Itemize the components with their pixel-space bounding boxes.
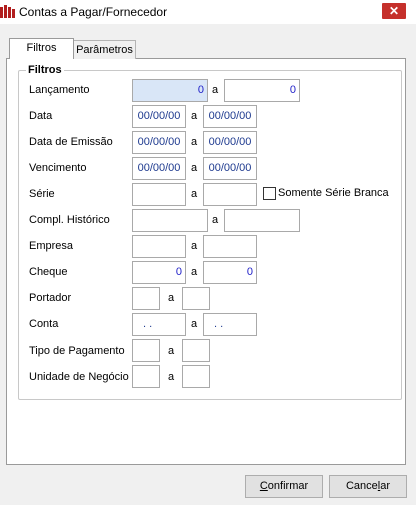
tab-filtros[interactable]: Filtros — [9, 38, 74, 59]
data-to-input[interactable]: 00/00/00 — [203, 105, 257, 128]
compl-historico-to-input[interactable] — [224, 209, 300, 232]
tipo-pagamento-label: Tipo de Pagamento — [29, 345, 125, 357]
range-separator: a — [212, 84, 219, 96]
cheque-from-input[interactable]: 0 — [132, 261, 186, 284]
data-from-input[interactable]: 00/00/00 — [132, 105, 186, 128]
range-separator: a — [212, 214, 219, 226]
cheque-label: Cheque — [29, 266, 68, 278]
title-bar: Contas a Pagar/Fornecedor ✕ — [0, 0, 416, 24]
range-separator: a — [191, 162, 198, 174]
range-separator: a — [191, 266, 198, 278]
tab-parametros[interactable]: Parâmetros — [74, 40, 136, 59]
unidade-negocio-label: Unidade de Negócio — [29, 371, 129, 383]
somente-serie-branca-checkbox[interactable] — [263, 187, 276, 200]
tipo-pagamento-from-input[interactable] — [132, 339, 160, 362]
conta-from-input[interactable]: . . — [132, 313, 186, 336]
cheque-to-input[interactable]: 0 — [203, 261, 257, 284]
serie-label: Série — [29, 188, 55, 200]
empresa-label: Empresa — [29, 240, 74, 252]
data-label: Data — [29, 110, 53, 122]
confirmar-button[interactable]: Confirmar — [245, 475, 323, 498]
serie-from-input[interactable] — [132, 183, 186, 206]
confirmar-mnemonic: C — [259, 480, 268, 492]
range-separator: a — [168, 345, 175, 357]
group-title: Filtros — [26, 64, 64, 76]
compl-historico-from-input[interactable] — [132, 209, 208, 232]
range-separator: a — [191, 240, 198, 252]
tipo-pagamento-to-input[interactable] — [182, 339, 210, 362]
somente-serie-branca-label[interactable]: Somente Série Branca — [278, 187, 389, 199]
range-separator: a — [168, 371, 175, 383]
empresa-to-input[interactable] — [203, 235, 257, 258]
unidade-negocio-to-input[interactable] — [182, 365, 210, 388]
range-separator: a — [168, 292, 175, 304]
vencimento-from-input[interactable]: 00/00/00 — [132, 157, 186, 180]
cancelar-button[interactable]: Cancelar — [329, 475, 407, 498]
confirmar-label: onfirmar — [267, 480, 309, 492]
cancelar-label-end: ar — [380, 480, 391, 492]
cancelar-label-start: Cance — [345, 480, 378, 492]
compl-historico-label: Compl. Histórico — [29, 214, 110, 226]
data-emissao-from-input[interactable]: 00/00/00 — [132, 131, 186, 154]
vencimento-to-input[interactable]: 00/00/00 — [203, 157, 257, 180]
close-button[interactable]: ✕ — [382, 3, 406, 19]
lancamento-from-input[interactable]: 0 — [132, 79, 208, 102]
window-title: Contas a Pagar/Fornecedor — [19, 5, 168, 19]
data-emissao-label: Data de Emissão — [29, 136, 113, 148]
lancamento-to-input[interactable]: 0 — [224, 79, 300, 102]
conta-label: Conta — [29, 318, 59, 330]
portador-label: Portador — [29, 292, 72, 304]
serie-to-input[interactable] — [203, 183, 257, 206]
unidade-negocio-from-input[interactable] — [132, 365, 160, 388]
vencimento-label: Vencimento — [29, 162, 87, 174]
portador-from-input[interactable] — [132, 287, 160, 310]
conta-to-input[interactable]: . . — [203, 313, 257, 336]
range-separator: a — [191, 136, 198, 148]
data-emissao-to-input[interactable]: 00/00/00 — [203, 131, 257, 154]
lancamento-label: Lançamento — [29, 84, 90, 96]
range-separator: a — [191, 110, 198, 122]
empresa-from-input[interactable] — [132, 235, 186, 258]
portador-to-input[interactable] — [182, 287, 210, 310]
range-separator: a — [191, 318, 198, 330]
close-icon: ✕ — [388, 4, 400, 18]
range-separator: a — [191, 188, 198, 200]
app-logo-icon — [0, 5, 15, 18]
